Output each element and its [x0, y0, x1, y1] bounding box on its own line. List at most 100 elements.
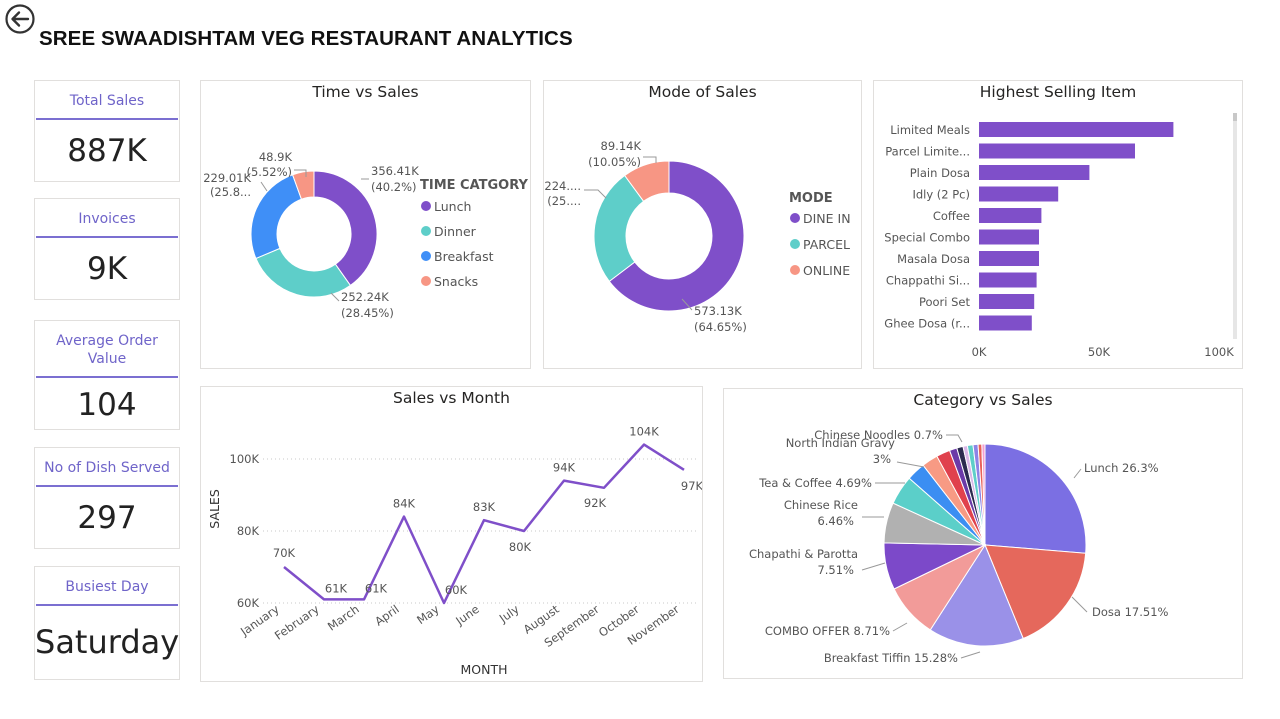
- x-tick-label: May: [414, 602, 442, 627]
- kpi-label-line2: Value: [87, 351, 127, 367]
- donut-slice-breakfast: [250, 174, 303, 260]
- leader-line: [946, 434, 963, 443]
- leader-line: [892, 622, 908, 632]
- x-tick-label: 50K: [1088, 345, 1111, 359]
- category-label: Limited Meals: [890, 123, 970, 137]
- donut-slice-dinner: [255, 247, 352, 298]
- mode-of-sales-donut: 573.13K (64.65%) 224....(25.... 89.14K (10.0…: [544, 139, 851, 334]
- x-tick-label: 0K: [972, 345, 987, 359]
- kpi-divider: [36, 376, 178, 378]
- highest-selling-bar-chart: Limited Meals Parcel Limite... Plain Dosa I…: [884, 113, 1237, 359]
- legend-marker: [790, 213, 800, 223]
- legend-marker: [421, 276, 431, 286]
- kpi-value: 887K: [67, 133, 147, 169]
- bar-8: [979, 294, 1035, 309]
- bar-9: [979, 315, 1032, 331]
- legend-title: MODE: [789, 191, 833, 206]
- slice-label-line1: Chapathi & Parotta: [749, 547, 858, 561]
- data-label: 97K: [681, 479, 702, 493]
- x-axis-title: MONTH: [460, 662, 507, 677]
- leader-line: [861, 562, 886, 571]
- x-tick-label: 100K: [1204, 345, 1234, 359]
- legend-title: TIME CATGORY: [420, 178, 529, 193]
- data-label: 94K: [553, 461, 576, 475]
- category-label: Idly (2 Pc): [912, 188, 970, 202]
- y-tick-label: 60K: [237, 596, 260, 610]
- kpi-invoices: Invoices 9K: [34, 198, 180, 300]
- data-label: 61K: [325, 581, 348, 595]
- data-label: 92K: [584, 496, 607, 510]
- leader-line: [896, 461, 925, 468]
- kpi-label: Busiest Day: [65, 579, 149, 595]
- donut-slice-lunch: [313, 170, 378, 287]
- data-label-percent: (25.8...: [210, 185, 251, 199]
- data-label-percent: (5.52%): [246, 165, 292, 179]
- category-label: Poori Set: [919, 295, 971, 309]
- kpi-label-line1: Average Order: [56, 333, 158, 349]
- category-vs-sales-pie: Lunch 26.3% Dosa 17.51% Breakfast Tiffin 1…: [749, 428, 1169, 665]
- data-label: 80K: [509, 540, 532, 554]
- kpi-dishes-served: No of Dish Served 297: [34, 447, 180, 549]
- slice-label: Breakfast Tiffin 15.28%: [824, 651, 958, 665]
- data-label-value: 89.14K: [601, 139, 642, 153]
- chart-category-vs-sales: Category vs Sales Lunch 26.3% Dosa 17.51%…: [723, 388, 1243, 679]
- legend-marker: [421, 226, 431, 236]
- data-label: 70K: [273, 546, 296, 560]
- chart-highest-selling-item: Highest Selling Item Limited Meals Parcel…: [873, 80, 1243, 369]
- back-arrow-icon[interactable]: [4, 3, 36, 35]
- bar-2: [979, 165, 1090, 180]
- kpi-value: 104: [77, 387, 137, 423]
- legend-item: DINE IN: [803, 211, 851, 226]
- leader-line: [260, 181, 268, 192]
- x-tick-label: April: [372, 602, 402, 629]
- kpi-value: Saturday: [35, 623, 180, 661]
- chart-mode-of-sales: Mode of Sales 573.13K (64.65%) 224.... (25.…: [543, 80, 862, 369]
- category-label: Ghee Dosa (r...: [884, 317, 970, 331]
- kpi-label: Invoices: [78, 211, 136, 227]
- legend-item: Dinner: [434, 224, 477, 239]
- kpi-divider: [36, 236, 178, 238]
- slice-label-line1: Chinese Rice: [784, 498, 858, 512]
- chart-title: Category vs Sales: [913, 391, 1053, 409]
- data-label-value: 229.01K: [203, 171, 251, 185]
- category-label: Coffee: [933, 209, 970, 223]
- kpi-divider: [36, 118, 178, 120]
- slice-label: COMBO OFFER 8.71%: [765, 624, 890, 638]
- data-label: 83K: [473, 500, 496, 514]
- kpi-busiest-day: Busiest Day Saturday: [34, 566, 180, 680]
- bar-6: [979, 251, 1039, 266]
- bar-4: [979, 208, 1042, 223]
- chart-title: Sales vs Month: [393, 389, 510, 407]
- bar-7: [979, 272, 1037, 288]
- kpi-divider: [36, 485, 178, 487]
- kpi-value: 9K: [86, 251, 128, 287]
- chart-title: Mode of Sales: [648, 83, 757, 101]
- category-label: Special Combo: [884, 231, 970, 245]
- slice-label: Lunch 26.3%: [1084, 461, 1159, 475]
- leader-line: [960, 651, 981, 659]
- legend-item: PARCEL: [803, 237, 850, 252]
- kpi-label: No of Dish Served: [44, 460, 170, 476]
- data-label: 84K: [393, 497, 416, 511]
- slice-label: Chinese Noodles 0.7%: [814, 428, 943, 442]
- leader-line: [1071, 596, 1088, 613]
- data-label-percent: (64.65%): [694, 320, 747, 334]
- legend-item: Lunch: [434, 199, 471, 214]
- data-label-percent: (25....: [547, 194, 581, 208]
- data-label-percent: (28.45%): [341, 306, 394, 320]
- data-label-percent: (10.05%): [588, 155, 641, 169]
- x-tick-label: February: [272, 602, 322, 643]
- slice-label-line2: 6.46%: [817, 514, 854, 528]
- legend-item: ONLINE: [803, 263, 850, 278]
- bar-0: [979, 122, 1174, 137]
- leader-line: [1073, 468, 1082, 479]
- data-label-value: 573.13K: [694, 304, 742, 318]
- legend-marker: [421, 201, 431, 211]
- legend-marker: [790, 265, 800, 275]
- data-label: 104K: [629, 425, 659, 439]
- chart-title: Time vs Sales: [312, 83, 419, 101]
- slice-label-line2: 7.51%: [817, 563, 854, 577]
- scrollbar-track: [1233, 113, 1237, 339]
- page-title: SREE SWAADISHTAM VEG RESTAURANT ANALYTIC…: [39, 27, 573, 50]
- x-tick-label: March: [325, 602, 362, 634]
